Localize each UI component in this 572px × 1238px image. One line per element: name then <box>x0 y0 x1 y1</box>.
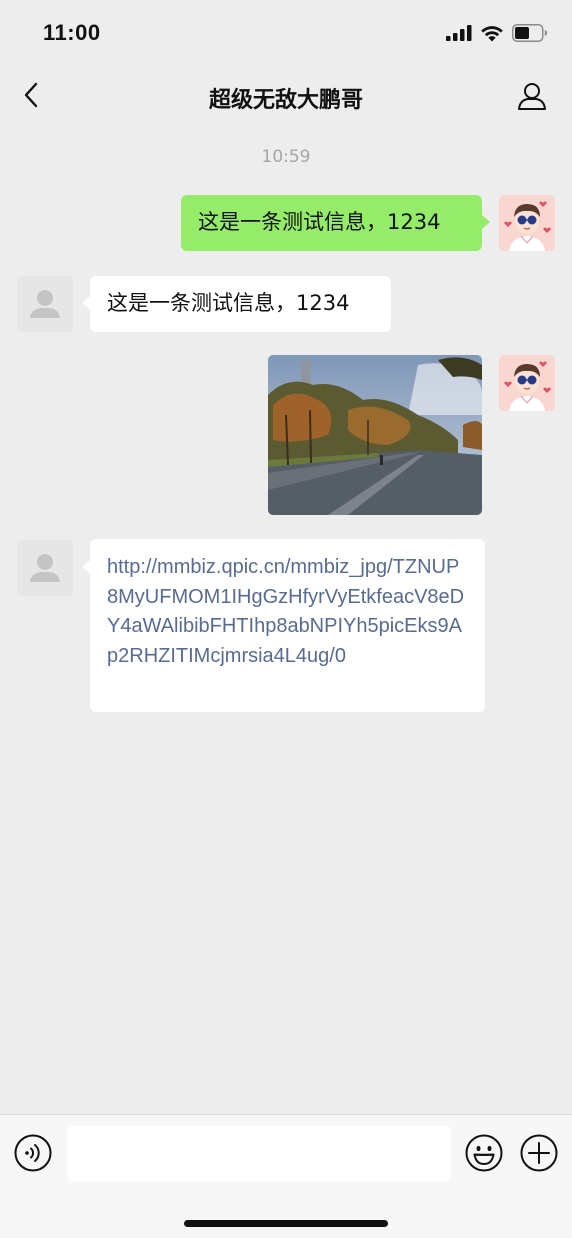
road-photo-image <box>268 355 482 515</box>
contact-avatar[interactable] <box>17 540 73 596</box>
chat-info-button[interactable] <box>512 78 552 118</box>
wifi-icon <box>480 25 504 46</box>
person-icon <box>517 81 547 115</box>
self-avatar[interactable] <box>499 355 555 411</box>
message-link[interactable]: http://mmbiz.qpic.cn/mmbiz_jpg/TZNUP8MyU… <box>107 553 468 671</box>
emoji-icon <box>465 1134 503 1172</box>
bubble-tail <box>482 215 490 229</box>
cartoon-boy-avatar-icon <box>499 195 555 251</box>
image-message[interactable] <box>268 355 482 515</box>
message-timestamp: 10:59 <box>261 147 311 167</box>
default-avatar-icon <box>17 276 73 332</box>
contact-avatar[interactable] <box>17 276 73 332</box>
emoji-button[interactable] <box>464 1133 504 1173</box>
chat-title: 超级无敌大鹏哥 <box>208 88 363 113</box>
home-indicator[interactable] <box>184 1220 388 1227</box>
status-bar: 11:00 <box>0 0 572 66</box>
plus-icon <box>520 1134 558 1172</box>
message-text: 这是一条测试信息，1234 <box>107 291 350 315</box>
message-bubble-self[interactable]: 这是一条测试信息，1234 <box>181 195 482 251</box>
voice-button[interactable] <box>13 1133 53 1173</box>
voice-icon <box>14 1134 52 1172</box>
more-actions-button[interactable] <box>519 1133 559 1173</box>
cartoon-boy-avatar-icon <box>499 355 555 411</box>
message-text: 这是一条测试信息，1234 <box>198 210 441 234</box>
message-bubble-contact[interactable]: 这是一条测试信息，1234 <box>90 276 391 332</box>
message-input[interactable] <box>67 1126 451 1181</box>
bubble-tail <box>82 560 90 574</box>
battery-icon <box>512 24 548 46</box>
message-bubble-contact[interactable]: http://mmbiz.qpic.cn/mmbiz_jpg/TZNUP8MyU… <box>90 539 485 712</box>
chat-header: 超级无敌大鹏哥 <box>0 66 572 128</box>
signal-icon <box>446 25 472 45</box>
bubble-tail <box>82 296 90 310</box>
self-avatar[interactable] <box>499 195 555 251</box>
status-time: 11:00 <box>43 20 101 45</box>
status-icons <box>446 24 548 46</box>
default-avatar-icon <box>17 540 73 596</box>
